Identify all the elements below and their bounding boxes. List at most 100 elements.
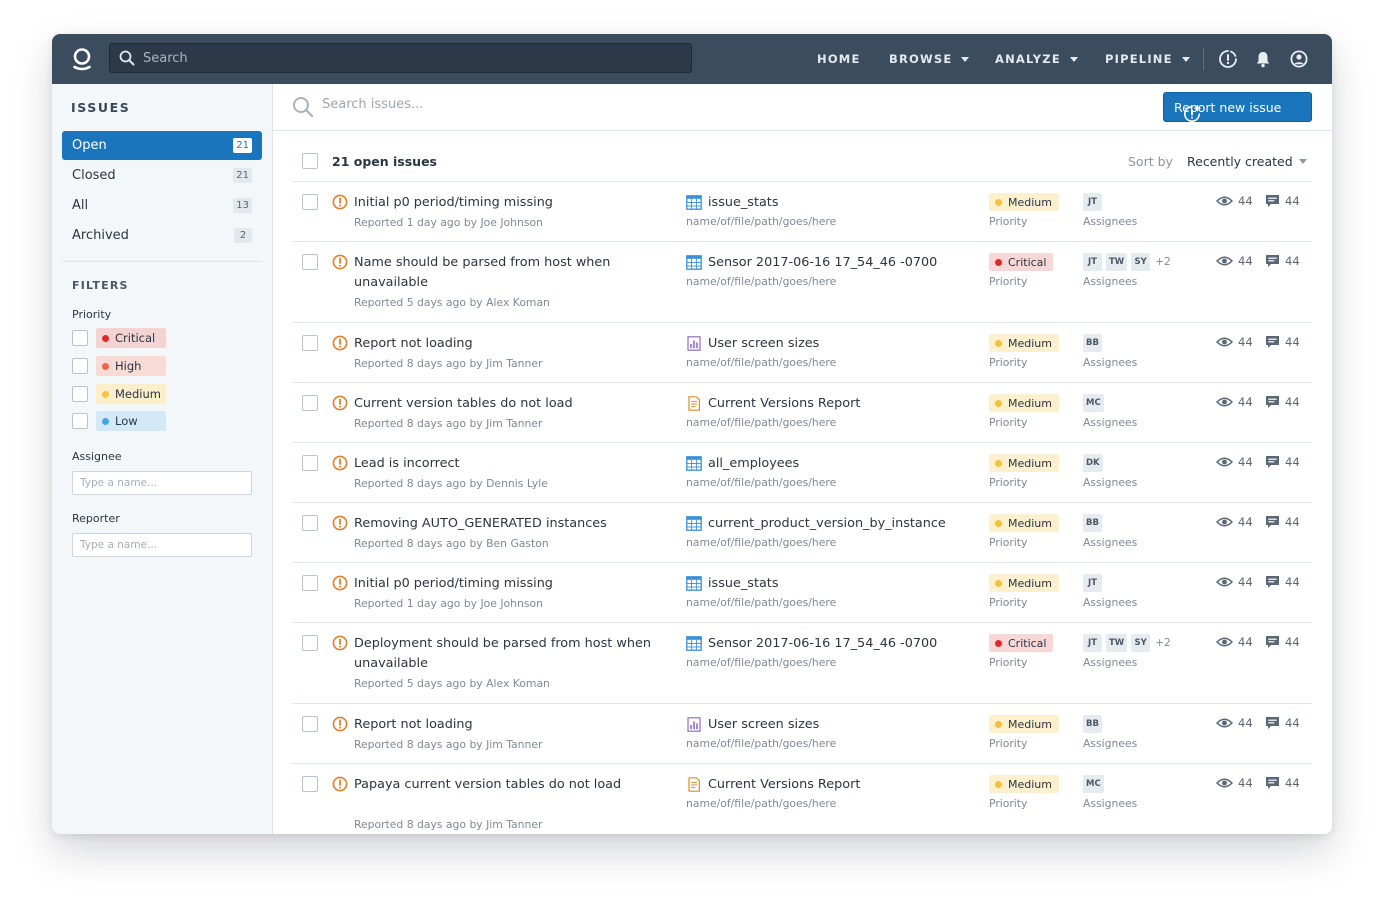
- issue-title[interactable]: Initial p0 period/timing missing: [354, 193, 654, 213]
- issue-title[interactable]: Name should be parsed from host when una…: [354, 253, 654, 293]
- nav-browse[interactable]: BROWSE: [889, 34, 970, 84]
- linked-file-name[interactable]: Current Versions Report: [708, 775, 860, 795]
- assignee-avatar[interactable]: JT: [1083, 574, 1102, 592]
- priority-dot: [995, 339, 1002, 347]
- chevron-down-icon: [1069, 56, 1078, 62]
- sidebar-item-all[interactable]: All 13: [62, 191, 262, 220]
- comment-count[interactable]: 44: [1265, 194, 1300, 208]
- comment-count[interactable]: 44: [1265, 515, 1300, 529]
- checkbox[interactable]: [72, 358, 88, 374]
- issue-row[interactable]: Deployment should be parsed from host wh…: [292, 623, 1312, 704]
- comment-count[interactable]: 44: [1265, 335, 1300, 349]
- issue-checkbox[interactable]: [302, 335, 318, 351]
- issue-row[interactable]: Report not loading Reported 8 days ago by…: [292, 323, 1312, 383]
- comment-count[interactable]: 44: [1265, 395, 1300, 409]
- chevron-down-icon: [961, 56, 970, 62]
- sort-dropdown[interactable]: Recently created: [1187, 154, 1307, 169]
- issue-checkbox[interactable]: [302, 194, 318, 210]
- checkbox[interactable]: [72, 330, 88, 346]
- issue-checkbox[interactable]: [302, 254, 318, 270]
- issue-row[interactable]: Removing AUTO_GENERATED instances Reporte…: [292, 503, 1312, 563]
- assignee-avatar[interactable]: TW: [1106, 634, 1128, 652]
- assignee-avatar[interactable]: JT: [1083, 634, 1102, 652]
- issue-checkbox[interactable]: [302, 575, 318, 591]
- assignee-avatar[interactable]: BB: [1083, 715, 1102, 733]
- nav-pipeline[interactable]: PIPELINE: [1105, 34, 1190, 84]
- assignee-avatar[interactable]: TW: [1106, 253, 1128, 271]
- issue-title[interactable]: Removing AUTO_GENERATED instances: [354, 514, 654, 534]
- user-icon[interactable]: [1289, 49, 1309, 69]
- comment-count[interactable]: 44: [1265, 254, 1300, 268]
- assignee-avatar[interactable]: SY: [1131, 253, 1151, 271]
- more-assignees[interactable]: +2: [1155, 637, 1170, 649]
- assignee-avatar[interactable]: JT: [1083, 193, 1102, 211]
- issue-checkbox[interactable]: [302, 716, 318, 732]
- app-logo-icon[interactable]: [72, 47, 92, 71]
- comment-count[interactable]: 44: [1265, 716, 1300, 730]
- issue-checkbox[interactable]: [302, 455, 318, 471]
- linked-file-name[interactable]: Sensor 2017-06-16 17_54_46 -0700: [708, 634, 937, 654]
- issue-row[interactable]: Name should be parsed from host when una…: [292, 242, 1312, 323]
- issue-title[interactable]: Lead is incorrect: [354, 454, 654, 474]
- linked-file-name[interactable]: issue_stats: [708, 193, 778, 213]
- assignee-avatar[interactable]: MC: [1083, 775, 1104, 793]
- global-search-input[interactable]: [143, 50, 643, 66]
- issue-title[interactable]: Papaya current version tables do not loa…: [354, 775, 654, 795]
- view-count-value: 44: [1238, 515, 1253, 529]
- assignee-avatar[interactable]: BB: [1083, 334, 1102, 352]
- priority-filter-critical[interactable]: Critical: [72, 328, 166, 348]
- assignee-avatar[interactable]: BB: [1083, 514, 1102, 532]
- sidebar-item-closed[interactable]: Closed 21: [62, 161, 262, 190]
- issue-checkbox[interactable]: [302, 776, 318, 792]
- issue-row[interactable]: Report not loading Reported 8 days ago by…: [292, 704, 1312, 764]
- comment-count[interactable]: 44: [1265, 635, 1300, 649]
- reporter-filter-input[interactable]: [72, 533, 252, 557]
- priority-filter-medium[interactable]: Medium: [72, 384, 166, 404]
- comment-count[interactable]: 44: [1265, 575, 1300, 589]
- assignee-avatar[interactable]: DK: [1083, 454, 1103, 472]
- issue-row[interactable]: Initial p0 period/timing missing Reported…: [292, 182, 1312, 242]
- issue-checkbox[interactable]: [302, 515, 318, 531]
- comment-count[interactable]: 44: [1265, 776, 1300, 790]
- bell-icon[interactable]: [1253, 49, 1273, 69]
- linked-file-name[interactable]: Current Versions Report: [708, 394, 860, 414]
- issue-checkbox[interactable]: [302, 635, 318, 651]
- issue-title[interactable]: Report not loading: [354, 715, 654, 735]
- issue-row[interactable]: Lead is incorrect Reported 8 days ago by …: [292, 443, 1312, 503]
- assignee-avatar[interactable]: MC: [1083, 394, 1104, 412]
- count-badge: 21: [233, 138, 252, 153]
- linked-file-name[interactable]: User screen sizes: [708, 715, 819, 735]
- issue-row[interactable]: Initial p0 period/timing missing Reported…: [292, 563, 1312, 623]
- assignee-avatar[interactable]: SY: [1131, 634, 1151, 652]
- global-search-box[interactable]: [109, 43, 692, 73]
- sidebar-item-archived[interactable]: Archived 2: [62, 221, 262, 250]
- issue-title[interactable]: Initial p0 period/timing missing: [354, 574, 654, 594]
- alert-icon[interactable]: [1218, 49, 1238, 69]
- issue-checkbox[interactable]: [302, 395, 318, 411]
- nav-home[interactable]: HOME: [817, 34, 861, 84]
- linked-file-name[interactable]: current_product_version_by_instance: [708, 514, 946, 534]
- linked-file-name[interactable]: issue_stats: [708, 574, 778, 594]
- issue-row[interactable]: Papaya current version tables do not loa…: [292, 764, 1312, 834]
- checkbox[interactable]: [72, 386, 88, 402]
- select-all-checkbox[interactable]: [302, 153, 318, 169]
- report-new-issue-button[interactable]: Report new issue: [1163, 92, 1312, 122]
- issue-row[interactable]: Current version tables do not load Report…: [292, 383, 1312, 443]
- issue-title[interactable]: Current version tables do not load: [354, 394, 654, 414]
- assignee-filter-input[interactable]: [72, 471, 252, 495]
- linked-file-name[interactable]: Sensor 2017-06-16 17_54_46 -0700: [708, 253, 937, 273]
- nav-analyze[interactable]: ANALYZE: [995, 34, 1078, 84]
- assignee-list: JT: [1083, 574, 1106, 592]
- linked-file-name[interactable]: User screen sizes: [708, 334, 819, 354]
- issue-title[interactable]: Report not loading: [354, 334, 654, 354]
- comment-count[interactable]: 44: [1265, 455, 1300, 469]
- sidebar-item-open[interactable]: Open 21: [62, 131, 262, 160]
- priority-filter-low[interactable]: Low: [72, 411, 166, 431]
- priority-filter-high[interactable]: High: [72, 356, 166, 376]
- issue-title[interactable]: Deployment should be parsed from host wh…: [354, 634, 654, 674]
- checkbox[interactable]: [72, 413, 88, 429]
- assignee-avatar[interactable]: JT: [1083, 253, 1102, 271]
- issue-search-input[interactable]: [322, 97, 922, 112]
- more-assignees[interactable]: +2: [1155, 256, 1170, 268]
- linked-file-name[interactable]: all_employees: [708, 454, 799, 474]
